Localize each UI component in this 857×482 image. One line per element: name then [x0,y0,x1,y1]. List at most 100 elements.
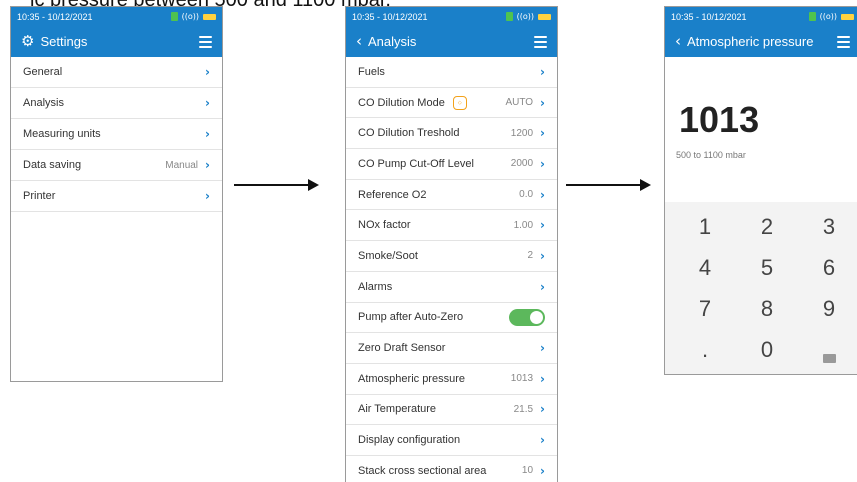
menu-item-right: 10 › [522,464,545,478]
menu-item-right: › [533,280,545,294]
chevron-right-icon: › [540,187,545,202]
menu-item-right: 21.5 › [514,402,545,416]
menu-item-value: 1200 [510,127,534,139]
keypad-key[interactable]: 4 [685,255,725,281]
keypad-key[interactable]: 8 [747,296,787,322]
menu-item-label: Stack cross sectional area [358,465,486,477]
menu-item-right: › [533,433,545,447]
hamburger-icon[interactable] [534,35,547,48]
keypad-key[interactable]: 1 [685,214,725,240]
chevron-left-icon[interactable]: ‹ [675,34,681,49]
menu-item-value: 0.0 [519,189,534,201]
menu-item-fuels[interactable]: Fuels › [346,57,557,88]
menu-item-label: Zero Draft Sensor [358,342,445,354]
menu-item-pump-after-auto-zero[interactable]: Pump after Auto-Zero [346,303,557,334]
hamburger-icon[interactable] [837,35,850,48]
settings-screen: 10:35 - 10/12/2021 ((o)) ⚙ Settings Gene… [10,6,223,382]
menu-item-right: › [198,127,210,141]
chevron-right-icon: › [540,218,545,233]
chevron-left-icon[interactable]: ‹ [356,34,362,49]
menu-item-value: 21.5 [513,403,534,415]
wireless-icon: ((o)) [516,12,534,21]
keypad-key[interactable]: 7 [685,296,725,322]
menu-item-label-text: Measuring units [23,128,101,140]
menu-item-label-text: Reference O2 [358,188,427,201]
menu-item-label-text: General [23,66,63,78]
menu-item-right [509,308,545,326]
menu-item-air-temperature[interactable]: Air Temperature 21.5 › [346,395,557,426]
pump-auto-zero-toggle[interactable] [509,308,545,326]
analysis-menu-list: Fuels › CO Dilution Mode ◇ AUTO › CO Dilution … [346,57,557,482]
pressure-value-field[interactable]: 1013 [679,99,759,141]
keypad-key[interactable]: 9 [809,296,849,322]
menu-item-label: CO Dilution Treshold [358,127,460,139]
menu-item-co-dilution-mode[interactable]: CO Dilution Mode ◇ AUTO › [346,88,557,119]
menu-item-measuring-units[interactable]: Measuring units › [11,119,222,150]
keypad-key[interactable]: 3 [809,214,849,240]
menu-item-reference-o2[interactable]: Reference O2 0.0 › [346,180,557,211]
menu-item-value: 1013 [510,373,534,385]
menu-item-label-text: Smoke/Soot [358,249,418,262]
menu-item-nox-factor[interactable]: NOx factor 1.00 › [346,210,557,242]
title-bar: ‹ Analysis [346,26,557,57]
menu-item-value: 2 [527,250,534,262]
menu-item-label: General [23,66,62,78]
settings-menu-list: General › Analysis › Measuring units › Data sa… [11,57,222,212]
menu-item-right: 2000 › [511,157,545,171]
menu-item-general[interactable]: General › [11,57,222,88]
range-hint: 500 to 1100 mbar [676,150,746,160]
menu-item-value: 10 [521,465,534,477]
menu-item-label: Reference O2 [358,189,426,201]
hamburger-icon[interactable] [199,35,212,48]
keypad-key[interactable]: 0 [747,337,787,363]
wireless-icon: ((o)) [819,12,837,21]
battery-icon [203,13,216,20]
menu-item-label: Display configuration [358,434,460,446]
menu-item-atmospheric-pressure[interactable]: Atmospheric pressure 1013 › [346,364,557,395]
menu-item-display-configuration[interactable]: Display configuration › [346,425,557,456]
menu-item-label-text: CO Dilution Mode [358,96,445,109]
chevron-right-icon: › [205,65,210,79]
menu-item-stack-cross-sectional-area[interactable]: Stack cross sectional area 10 › [346,456,557,482]
keypad-key[interactable]: 2 [747,214,787,240]
menu-item-smoke-soot[interactable]: Smoke/Soot 2 › [346,241,557,272]
chevron-right-icon: › [540,371,545,386]
menu-item-co-pump-cut-off-level[interactable]: CO Pump Cut-Off Level 2000 › [346,149,557,180]
menu-item-co-dilution-treshold[interactable]: CO Dilution Treshold 1200 › [346,118,557,150]
battery-icon [538,13,551,20]
keypad-key[interactable]: . [685,337,725,363]
menu-item-printer[interactable]: Printer › [11,181,222,212]
menu-item-zero-draft-sensor[interactable]: Zero Draft Sensor › [346,333,557,364]
chevron-right-icon: › [540,126,545,141]
analysis-screen: 10:35 - 10/12/2021 ((o)) ‹ Analysis Fuel… [345,6,558,482]
status-bar: 10:35 - 10/12/2021 ((o)) [11,7,222,26]
chevron-right-icon: › [540,279,545,294]
menu-item-analysis[interactable]: Analysis › [11,88,222,119]
status-bar: 10:35 - 10/12/2021 ((o)) [346,7,557,26]
menu-item-alarms[interactable]: Alarms › [346,272,557,303]
keypad-key[interactable]: 5 [747,255,787,281]
chevron-right-icon: › [540,156,545,171]
menu-item-label: Alarms [358,281,392,293]
menu-item-right: 1.00 › [514,218,545,232]
menu-item-data-saving[interactable]: Data saving Manual › [11,150,222,181]
menu-item-right: 1200 › [511,126,545,140]
status-time: 10:35 - 10/12/2021 [17,11,93,22]
wireless-icon: ((o)) [181,12,199,21]
status-time: 10:35 - 10/12/2021 [671,11,747,22]
keypad-key[interactable]: 6 [809,255,849,281]
title-bar: ⚙ Settings [11,26,222,57]
backspace-icon[interactable] [823,354,836,363]
menu-item-right: 1013 › [511,372,545,386]
menu-item-label-text: Stack cross sectional area [358,464,487,477]
menu-item-right: › [198,65,210,79]
menu-item-label-text: Atmospheric pressure [358,372,465,385]
chevron-right-icon: › [205,96,210,110]
menu-item-label-text: Air Temperature [358,403,437,416]
power-plug-icon [505,12,513,21]
menu-item-right: AUTO › [505,96,545,110]
menu-item-right: 2 › [527,249,545,263]
menu-item-value: 2000 [510,158,534,170]
menu-item-label: CO Dilution Mode ◇ [358,95,467,110]
chevron-right-icon: › [540,341,545,356]
